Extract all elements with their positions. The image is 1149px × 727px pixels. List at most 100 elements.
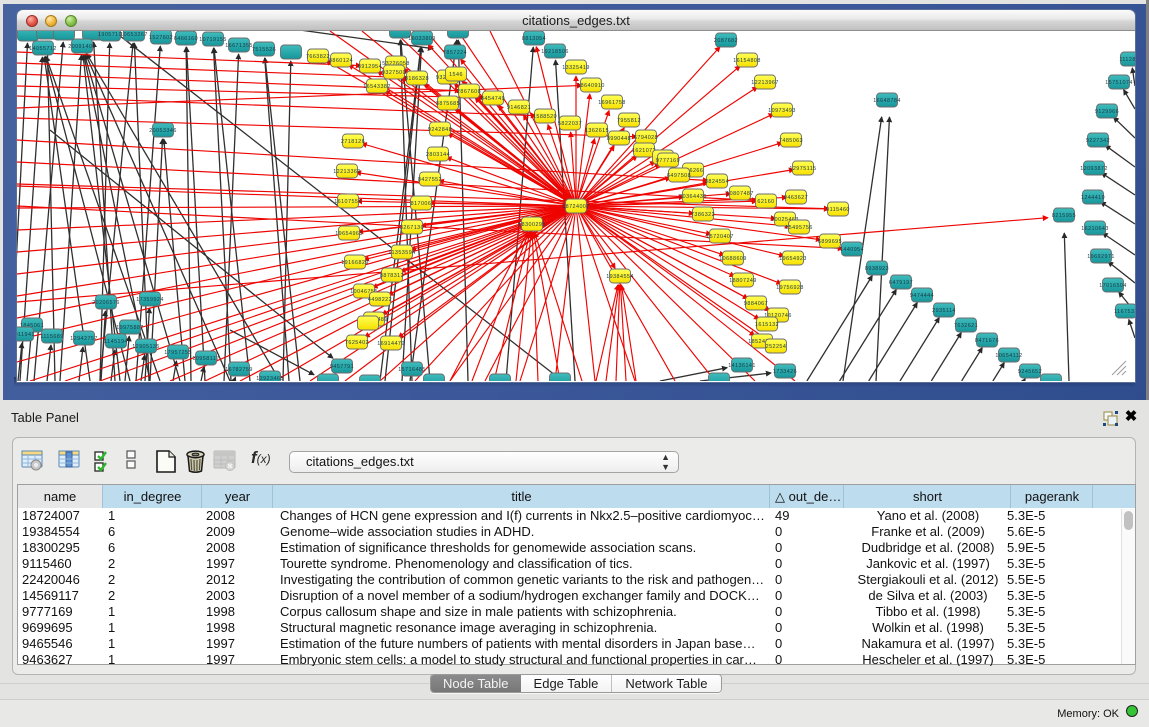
- svg-text:15495756: 15495756: [785, 225, 813, 231]
- svg-text:6479197: 6479197: [889, 280, 913, 286]
- svg-text:12923465: 12923465: [256, 376, 284, 381]
- svg-text:16782759: 16782759: [225, 367, 253, 373]
- svg-text:10653267: 10653267: [120, 32, 148, 38]
- svg-text:252254: 252254: [766, 344, 787, 350]
- svg-text:16543382: 16543382: [363, 84, 391, 90]
- svg-text:20206576: 20206576: [92, 300, 120, 306]
- svg-text:12213967: 12213967: [751, 80, 779, 86]
- svg-text:9463627: 9463627: [784, 195, 808, 201]
- svg-text:15720407: 15720407: [706, 234, 734, 240]
- svg-text:9474444: 9474444: [910, 293, 934, 299]
- svg-text:17016504: 17016504: [1099, 283, 1127, 289]
- svg-text:10654112: 10654112: [995, 353, 1022, 359]
- svg-text:3875685: 3875685: [436, 101, 460, 107]
- svg-text:15716485: 15716485: [398, 367, 426, 373]
- svg-text:11353594: 11353594: [388, 250, 415, 256]
- svg-text:8186328: 8186328: [405, 76, 429, 82]
- svg-text:12975115: 12975115: [789, 166, 816, 172]
- svg-text:1615132: 1615132: [755, 322, 779, 328]
- svg-text:10807487: 10807487: [726, 191, 754, 197]
- svg-text:9884067: 9884067: [744, 301, 768, 307]
- svg-text:19384554: 19384554: [606, 274, 634, 280]
- svg-text:9327500: 9327500: [382, 70, 406, 76]
- svg-text:1145194: 1145194: [104, 339, 128, 345]
- svg-text:5822037: 5822037: [558, 121, 582, 127]
- svg-text:6497508: 6497508: [667, 173, 691, 179]
- svg-text:1112853: 1112853: [1119, 57, 1135, 63]
- svg-text:19756928: 19756928: [776, 285, 804, 291]
- svg-text:12942757: 12942757: [70, 336, 98, 342]
- svg-text:3911941: 3911941: [17, 332, 35, 338]
- svg-text:9457791: 9457791: [330, 364, 354, 370]
- svg-text:16671355: 16671355: [225, 43, 253, 49]
- svg-text:7857224: 7857224: [443, 50, 467, 56]
- svg-text:1588520: 1588520: [533, 114, 557, 120]
- svg-text:1527602: 1527602: [149, 35, 173, 41]
- svg-text:16961758: 16961758: [598, 100, 626, 106]
- svg-text:9242848: 9242848: [428, 127, 452, 133]
- svg-text:3267130: 3267130: [400, 225, 424, 231]
- svg-text:10719155: 10719155: [199, 37, 227, 43]
- svg-text:14055712: 14055712: [29, 46, 57, 52]
- svg-text:7955812: 7955812: [617, 118, 641, 124]
- svg-text:19654923: 19654923: [779, 256, 807, 262]
- svg-text:13325419: 13325419: [562, 65, 590, 71]
- svg-text:19218506: 19218506: [541, 49, 569, 55]
- svg-text:1440954: 1440954: [840, 247, 864, 253]
- svg-text:2087682: 2087682: [714, 38, 738, 44]
- svg-text:8878312: 8878312: [380, 273, 404, 279]
- svg-text:18807249: 18807249: [729, 278, 757, 284]
- svg-text:14136141: 14136141: [728, 363, 756, 369]
- svg-text:12905135: 12905135: [132, 344, 160, 350]
- svg-text:19692971: 19692971: [1087, 254, 1115, 260]
- svg-text:8938923: 8938923: [865, 266, 889, 272]
- svg-text:1115689: 1115689: [40, 334, 63, 340]
- svg-text:7485063: 7485063: [779, 138, 803, 144]
- svg-text:2867608: 2867608: [457, 89, 481, 95]
- svg-text:19166829: 19166829: [341, 260, 369, 266]
- svg-text:8813054: 8813054: [522, 36, 546, 42]
- svg-text:12213369: 12213369: [333, 169, 361, 175]
- svg-text:16154808: 16154808: [733, 58, 761, 64]
- svg-text:16914479: 16914479: [377, 341, 405, 347]
- svg-text:16648784: 16648784: [873, 98, 901, 104]
- svg-text:8471676: 8471676: [975, 338, 999, 344]
- svg-text:10958117: 10958117: [192, 356, 219, 362]
- svg-text:7515526: 7515526: [252, 47, 276, 53]
- svg-text:8912954: 8912954: [358, 64, 382, 70]
- svg-text:1733426: 1733426: [773, 369, 797, 375]
- svg-text:2718126: 2718126: [341, 139, 365, 145]
- svg-text:20091406: 20091406: [68, 44, 96, 50]
- svg-text:8427552: 8427552: [418, 177, 442, 183]
- svg-text:8454749: 8454749: [481, 96, 505, 102]
- svg-text:17359924: 17359924: [136, 297, 164, 303]
- svg-text:19975887: 19975887: [116, 325, 144, 331]
- svg-text:6794028: 6794028: [634, 135, 658, 141]
- svg-text:18640910: 18640910: [577, 83, 605, 89]
- svg-text:20053346: 20053346: [149, 128, 177, 134]
- svg-text:15751074: 15751074: [1105, 80, 1133, 86]
- svg-text:9245652: 9245652: [1018, 369, 1042, 375]
- svg-text:9129966: 9129966: [1095, 109, 1119, 115]
- svg-text:18300295: 18300295: [518, 222, 546, 228]
- svg-text:1167533: 1167533: [1114, 309, 1135, 315]
- svg-text:20364436: 20364436: [679, 194, 707, 200]
- svg-text:1244419: 1244419: [1081, 195, 1105, 201]
- svg-text:12093872: 12093872: [1080, 166, 1108, 172]
- svg-text:6899695: 6899695: [818, 239, 842, 245]
- svg-text:16210643: 16210643: [1081, 226, 1109, 232]
- svg-text:10688609: 10688609: [719, 256, 747, 262]
- svg-text:6466160: 6466160: [174, 36, 198, 42]
- svg-text:1546: 1546: [449, 72, 463, 78]
- svg-text:3824554: 3824554: [705, 179, 729, 185]
- svg-text:7625402: 7625402: [345, 340, 369, 346]
- svg-text:9146821: 9146821: [507, 105, 531, 111]
- svg-text:9227342: 9227342: [1086, 138, 1110, 144]
- svg-text:2803144: 2803144: [426, 152, 450, 158]
- svg-text:18724007: 18724007: [562, 204, 590, 210]
- svg-text:1905710: 1905710: [98, 32, 122, 38]
- svg-text:10973493: 10973493: [768, 108, 796, 114]
- svg-text:1362615: 1362615: [585, 128, 609, 134]
- svg-text:16033809: 16033809: [408, 36, 436, 42]
- svg-text:9115460: 9115460: [826, 207, 850, 213]
